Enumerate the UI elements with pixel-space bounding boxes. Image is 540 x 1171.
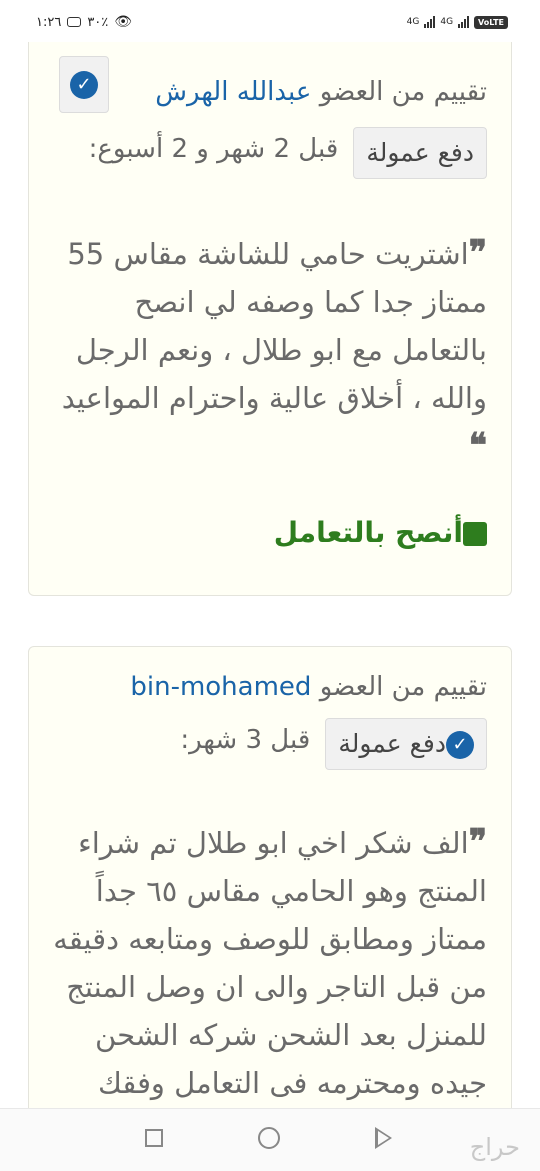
status-right: 4G 4G VoLTE xyxy=(406,15,508,29)
review-time: قبل 2 شهر و 2 أسبوع: xyxy=(88,134,339,164)
review-card: تقييم من العضو bin-mohamed ✓دفع عمولة قب… xyxy=(28,646,512,1126)
eye-icon: 👁 xyxy=(114,14,133,30)
watermark-logo: حراج xyxy=(469,1133,520,1161)
status-left: ١:٢٦ ٣٠٪ 👁 xyxy=(36,14,132,30)
verified-box: ✓ xyxy=(59,56,109,113)
navigation-bar: حراج xyxy=(0,1108,540,1171)
quote-open-icon: ❞ xyxy=(468,233,487,273)
leaf-icon xyxy=(67,17,82,27)
volte-badge: VoLTE xyxy=(474,15,508,29)
signal-icon xyxy=(424,16,436,28)
review-card: ✓ تقييم من العضو عبدالله الهرش دفع عمولة… xyxy=(28,42,512,596)
quote-open-icon: ❞ xyxy=(468,822,487,862)
commission-label: دفع عمولة xyxy=(338,728,446,758)
review-meta: دفع عمولة قبل 2 شهر و 2 أسبوع: xyxy=(47,122,487,179)
review-meta: ✓دفع عمولة قبل 3 شهر: xyxy=(47,713,487,770)
commission-tag[interactable]: دفع عمولة xyxy=(353,126,487,179)
recommendation-text: أنصح بالتعامل xyxy=(273,516,463,549)
review-prefix: تقييم من العضو xyxy=(319,77,487,107)
home-button[interactable] xyxy=(258,1127,280,1149)
check-circle-icon: ✓ xyxy=(70,70,98,99)
check-circle-icon: ✓ xyxy=(446,730,474,759)
thumbs-up-icon xyxy=(463,522,487,546)
commission-tag[interactable]: ✓دفع عمولة xyxy=(325,717,487,770)
clock: ١:٢٦ xyxy=(36,14,62,30)
quote-close-icon: ❝ xyxy=(468,426,487,466)
review-header: تقييم من العضو bin-mohamed xyxy=(47,663,487,711)
signal-icon-2 xyxy=(458,16,470,28)
review-body: ❞اشتريت حامي للشاشة مقاس 55 ممتاز جدا كم… xyxy=(47,229,487,471)
review-text: اشتريت حامي للشاشة مقاس 55 ممتاز جدا كما… xyxy=(61,237,487,415)
review-body: ❞الف شكر اخي ابو طلال تم شراء المنتج وهو… xyxy=(47,818,487,1107)
member-link[interactable]: عبدالله الهرش xyxy=(155,77,311,107)
review-text: الف شكر اخي ابو طلال تم شراء المنتج وهو … xyxy=(53,826,487,1100)
review-prefix: تقييم من العضو xyxy=(319,672,487,702)
battery-percent: ٣٠٪ xyxy=(87,14,109,30)
review-header: تقييم من العضو عبدالله الهرش xyxy=(47,68,487,116)
back-button[interactable] xyxy=(375,1127,392,1149)
member-link[interactable]: bin-mohamed xyxy=(130,672,311,702)
network-label-1: 4G xyxy=(406,17,420,27)
recommendation: أنصح بالتعامل xyxy=(47,509,487,557)
status-bar: ١:٢٦ ٣٠٪ 👁 4G 4G VoLTE xyxy=(0,0,540,44)
recent-apps-button[interactable] xyxy=(145,1129,163,1147)
network-label-2: 4G xyxy=(440,17,454,27)
review-time: قبل 3 شهر: xyxy=(180,725,311,755)
